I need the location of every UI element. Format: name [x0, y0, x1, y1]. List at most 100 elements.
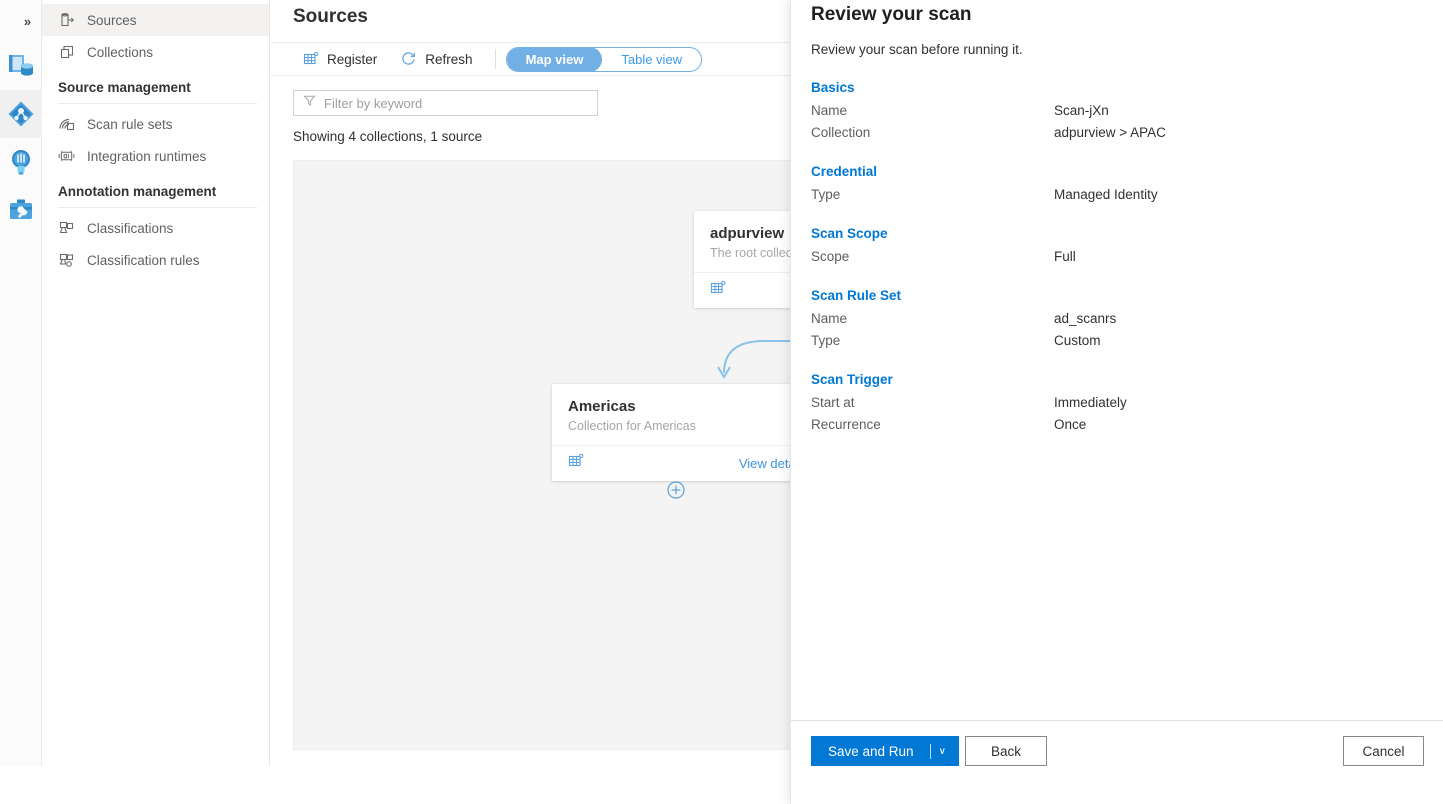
sidebar-item-label: Sources	[87, 13, 137, 28]
filter-icon	[303, 94, 316, 112]
data-catalog-icon	[7, 53, 35, 79]
card-footer: View details	[552, 445, 824, 481]
review-value: Scan-jXn	[1054, 100, 1109, 122]
management-toolbox-icon	[8, 198, 34, 222]
section-heading: Credential	[811, 164, 1423, 179]
view-toggle: Map view Table view	[506, 47, 703, 72]
sidebar-item-classifications[interactable]: Classifications	[42, 212, 269, 244]
register-icon	[303, 51, 319, 67]
review-value: Custom	[1054, 330, 1101, 352]
integration-runtimes-icon	[58, 148, 75, 165]
rail-item-data-catalog[interactable]	[0, 42, 42, 90]
rail-item-insights[interactable]	[0, 138, 42, 186]
expand-nav-chevron-icon[interactable]: »	[0, 0, 42, 42]
review-section-scan-trigger: Scan Trigger Start at Immediately Recurr…	[811, 372, 1423, 436]
review-section-scan-scope: Scan Scope Scope Full	[811, 226, 1423, 268]
rail-item-data-map[interactable]	[0, 90, 42, 138]
review-value: Immediately	[1054, 392, 1127, 414]
review-value: Managed Identity	[1054, 184, 1158, 206]
section-heading: Scan Scope	[811, 226, 1423, 241]
filter-box[interactable]	[293, 90, 598, 116]
page-title: Sources	[293, 6, 368, 28]
review-value: Full	[1054, 246, 1076, 268]
save-and-run-label: Save and Run	[812, 744, 914, 759]
card-body: Americas Collection for Americas	[552, 384, 824, 445]
filter-area	[293, 90, 598, 116]
sidebar-item-integration-runtimes[interactable]: Integration runtimes	[42, 140, 269, 172]
sidebar-item-label: Collections	[87, 45, 153, 60]
review-scan-panel: Review your scan Review your scan before…	[790, 0, 1443, 804]
review-row: Start at Immediately	[811, 392, 1423, 414]
add-collection-button[interactable]	[667, 481, 685, 499]
tab-table-view[interactable]: Table view	[602, 47, 701, 72]
review-sections: Basics Name Scan-jXn Collection adpurvie…	[811, 80, 1423, 456]
review-key: Name	[811, 100, 1054, 122]
review-value: adpurview > APAC	[1054, 122, 1166, 144]
collection-icon	[710, 280, 726, 301]
tab-map-view[interactable]: Map view	[507, 47, 603, 72]
sidebar-item-label: Integration runtimes	[87, 149, 206, 164]
section-heading: Scan Rule Set	[811, 288, 1423, 303]
review-key: Name	[811, 308, 1054, 330]
review-row: Name Scan-jXn	[811, 100, 1423, 122]
cancel-button[interactable]: Cancel	[1343, 736, 1424, 766]
scan-rule-sets-icon	[58, 116, 75, 133]
card-subtitle: Collection for Americas	[568, 419, 808, 433]
review-section-credential: Credential Type Managed Identity	[811, 164, 1423, 206]
review-key: Start at	[811, 392, 1054, 414]
review-row: Name ad_scanrs	[811, 308, 1423, 330]
sources-icon	[58, 12, 75, 29]
chevron-down-icon[interactable]: ∨	[939, 746, 946, 757]
panel-footer: Save and Run ∨ Back Cancel	[791, 720, 1443, 804]
review-section-scan-rule-set: Scan Rule Set Name ad_scanrs Type Custom	[811, 288, 1423, 352]
review-row: Type Managed Identity	[811, 184, 1423, 206]
review-key: Type	[811, 330, 1054, 352]
review-row: Scope Full	[811, 246, 1423, 268]
sidebar-item-label: Scan rule sets	[87, 117, 173, 132]
sidebar-item-collections[interactable]: Collections	[42, 36, 269, 68]
sidebar-group-annotation-management: Annotation management	[58, 184, 257, 208]
sidebar-group-source-management: Source management	[58, 80, 257, 104]
rail-item-management[interactable]	[0, 186, 42, 234]
sidebar-item-label: Classifications	[87, 221, 173, 236]
section-heading: Basics	[811, 80, 1423, 95]
review-key: Recurrence	[811, 414, 1054, 436]
review-value: ad_scanrs	[1054, 308, 1116, 330]
insights-lightbulb-icon	[9, 148, 33, 176]
app-root: »	[0, 0, 1443, 804]
register-button[interactable]: Register	[291, 44, 389, 74]
review-key: Collection	[811, 122, 1054, 144]
review-row: Collection adpurview > APAC	[811, 122, 1423, 144]
sidebar-item-scan-rule-sets[interactable]: Scan rule sets	[42, 108, 269, 140]
review-row: Type Custom	[811, 330, 1423, 352]
collections-icon	[58, 44, 75, 61]
review-key: Type	[811, 184, 1054, 206]
panel-header: Review your scan Review your scan before…	[811, 0, 1423, 57]
refresh-button[interactable]: Refresh	[389, 44, 484, 74]
save-and-run-button[interactable]: Save and Run ∨	[811, 736, 959, 766]
classification-rules-icon	[58, 252, 75, 269]
section-heading: Scan Trigger	[811, 372, 1423, 387]
back-button[interactable]: Back	[965, 736, 1047, 766]
collection-card-americas[interactable]: Americas Collection for Americas View de…	[552, 384, 824, 481]
icon-rail: »	[0, 0, 42, 766]
review-value: Once	[1054, 414, 1086, 436]
review-section-basics: Basics Name Scan-jXn Collection adpurvie…	[811, 80, 1423, 144]
sidebar-nav: Sources Collections Source management	[42, 0, 270, 766]
split-button-divider	[930, 744, 931, 759]
card-title: Americas	[568, 398, 808, 415]
data-map-icon	[7, 100, 35, 128]
refresh-label: Refresh	[425, 52, 472, 67]
register-label: Register	[327, 52, 377, 67]
classifications-icon	[58, 220, 75, 237]
showing-count-label: Showing 4 collections, 1 source	[293, 129, 482, 144]
search-input[interactable]	[324, 96, 588, 111]
plus-circle-icon	[667, 481, 685, 499]
refresh-icon	[401, 51, 417, 67]
sidebar-item-classification-rules[interactable]: Classification rules	[42, 244, 269, 276]
review-row: Recurrence Once	[811, 414, 1423, 436]
panel-title: Review your scan	[811, 0, 1423, 30]
sidebar-item-sources[interactable]: Sources	[42, 4, 269, 36]
sidebar-item-label: Classification rules	[87, 253, 200, 268]
collection-icon	[568, 453, 584, 474]
